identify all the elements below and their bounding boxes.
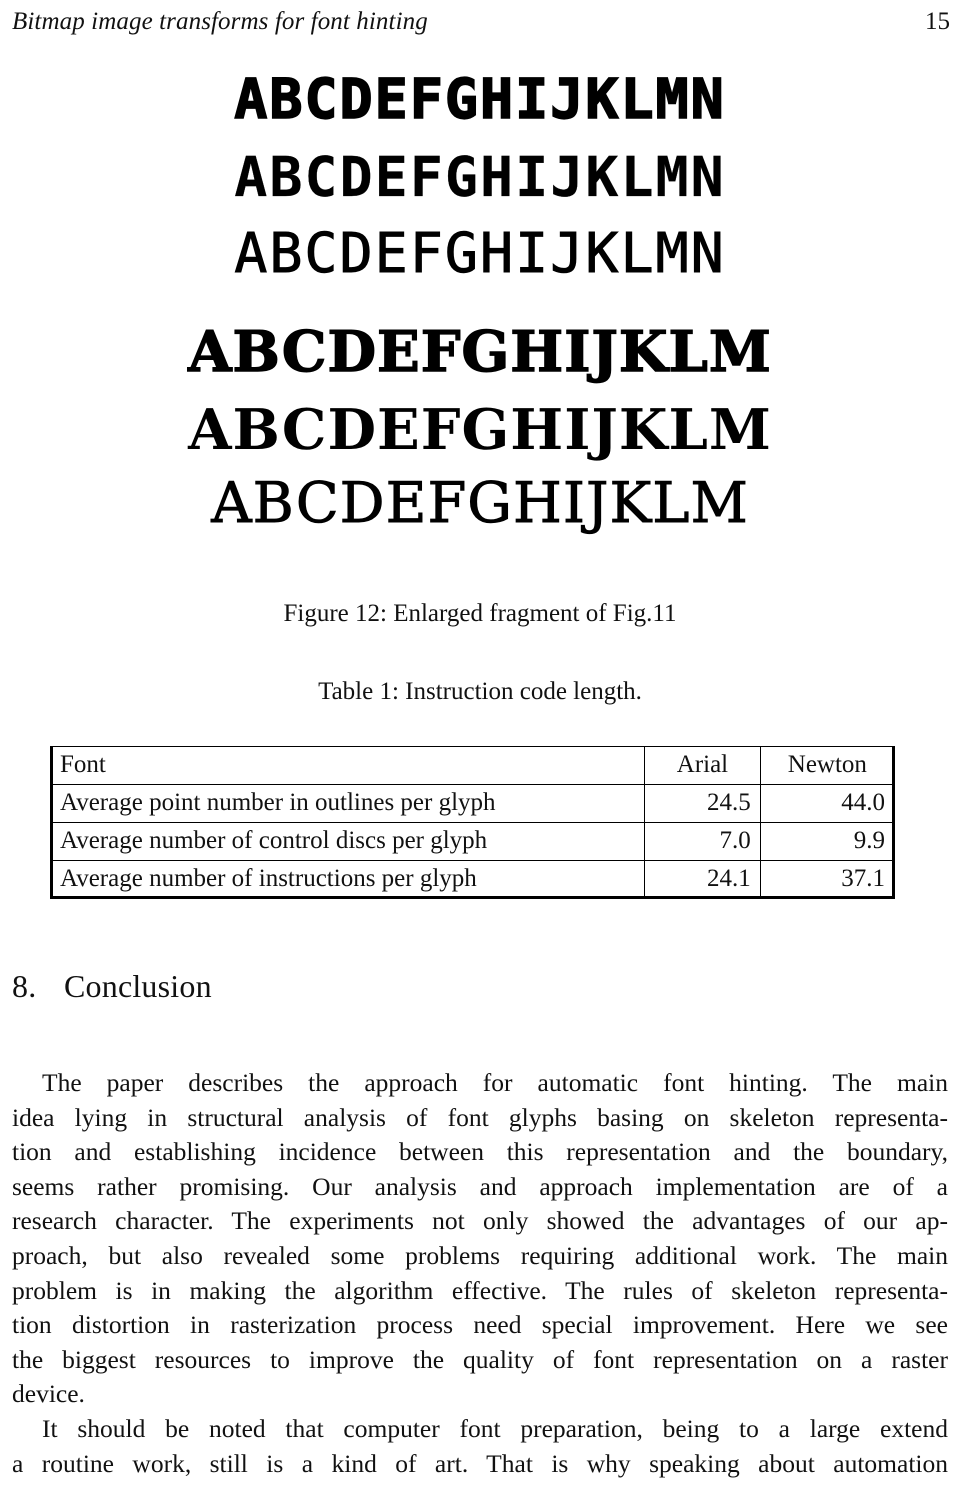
- table-1-instruction-code-length: Font Arial Newton Average point number i…: [50, 746, 895, 899]
- conclusion-paragraph-2: It should be noted that computer font pr…: [12, 1414, 948, 1483]
- glyph-row-sans-bold: ABCDEFGHIJKLMN: [0, 71, 960, 128]
- table-header-row: Font Arial Newton: [51, 747, 894, 784]
- text-line: proach, but also revealed some problems …: [12, 1240, 948, 1270]
- text-line: idea lying in structural analysis of fon…: [12, 1102, 948, 1132]
- column-header-newton: Newton: [759, 747, 894, 784]
- table-cell-newton: 37.1: [759, 860, 894, 898]
- table-cell-arial: 24.5: [644, 784, 760, 822]
- running-head-title: Bitmap image transforms for font hinting: [12, 8, 428, 35]
- text-line: It should be noted that computer font pr…: [42, 1414, 948, 1443]
- glyph-row-text: ABCDEFGHIJKLMN: [234, 145, 726, 209]
- section-number: 8.: [12, 968, 37, 1004]
- figure-12-bitmap-glyph-samples: ABCDEFGHIJKLMN ABCDEFGHIJKLMN ABCDEFGHIJ…: [0, 62, 960, 542]
- glyph-row-text: ABCDEFGHIJKLM: [211, 471, 749, 536]
- table-caption: Table 1: Instruction code length.: [318, 678, 642, 705]
- table-cell-arial: 24.1: [644, 860, 760, 898]
- text-line: problem is in making the algorithm effec…: [12, 1275, 948, 1305]
- section-title: Conclusion: [64, 968, 212, 1004]
- table-cell-arial: 7.0: [644, 822, 760, 860]
- table-cell-newton: 44.0: [759, 784, 894, 822]
- glyph-row-sans-light: ABCDEFGHIJKLMN: [0, 225, 960, 281]
- glyph-row-text: ABCDEFGHIJKLM: [187, 319, 772, 385]
- section-heading: 8. Conclusion: [12, 968, 212, 1005]
- data-table: Font Arial Newton Average point number i…: [50, 746, 895, 899]
- column-header-font: Font: [60, 751, 106, 778]
- glyph-row-sans-medium: ABCDEFGHIJKLMN: [0, 149, 960, 205]
- table-row: Average number of instructions per glyph…: [51, 860, 894, 898]
- glyph-row-serif-bold: ABCDEFGHIJKLM: [0, 323, 960, 380]
- table-cell-label: Average number of control discs per glyp…: [51, 822, 645, 860]
- table-row: Average number of control discs per glyp…: [51, 822, 894, 860]
- glyph-row-text: ABCDEFGHIJKLM: [188, 397, 772, 463]
- text-line: The paper describes the approach for aut…: [42, 1068, 948, 1097]
- table-cell-label: Average number of instructions per glyph: [51, 860, 645, 898]
- text-line: device.: [12, 1379, 85, 1409]
- text-line: tion distortion in rasterization process…: [12, 1310, 948, 1340]
- column-header-arial: Arial: [644, 747, 760, 784]
- text-line: a routine work, still is a kind of art. …: [12, 1448, 948, 1478]
- text-line: the biggest resources to improve the qua…: [12, 1344, 948, 1374]
- figure-caption: Figure 12: Enlarged fragment of Fig.11: [283, 600, 677, 627]
- table-row: Average point number in outlines per gly…: [51, 784, 894, 822]
- conclusion-paragraph-1: The paper describes the approach for aut…: [12, 1068, 948, 1414]
- table-cell-newton: 9.9: [759, 822, 894, 860]
- glyph-row-serif-medium: ABCDEFGHIJKLM: [0, 402, 960, 458]
- text-line: tion and establishing incidence between …: [12, 1137, 948, 1167]
- glyph-row-text: ABCDEFGHIJKLMN: [233, 67, 726, 131]
- text-line: research character. The experiments not …: [12, 1206, 948, 1236]
- glyph-row-serif-light: ABCDEFGHIJKLM: [0, 475, 960, 532]
- page-number: 15: [925, 8, 950, 35]
- text-line: seems rather promising. Our analysis and…: [12, 1171, 948, 1201]
- table-cell-label: Average point number in outlines per gly…: [51, 784, 645, 822]
- glyph-row-text: ABCDEFGHIJKLMN: [234, 221, 726, 285]
- running-head: Bitmap image transforms for font hinting…: [12, 8, 950, 38]
